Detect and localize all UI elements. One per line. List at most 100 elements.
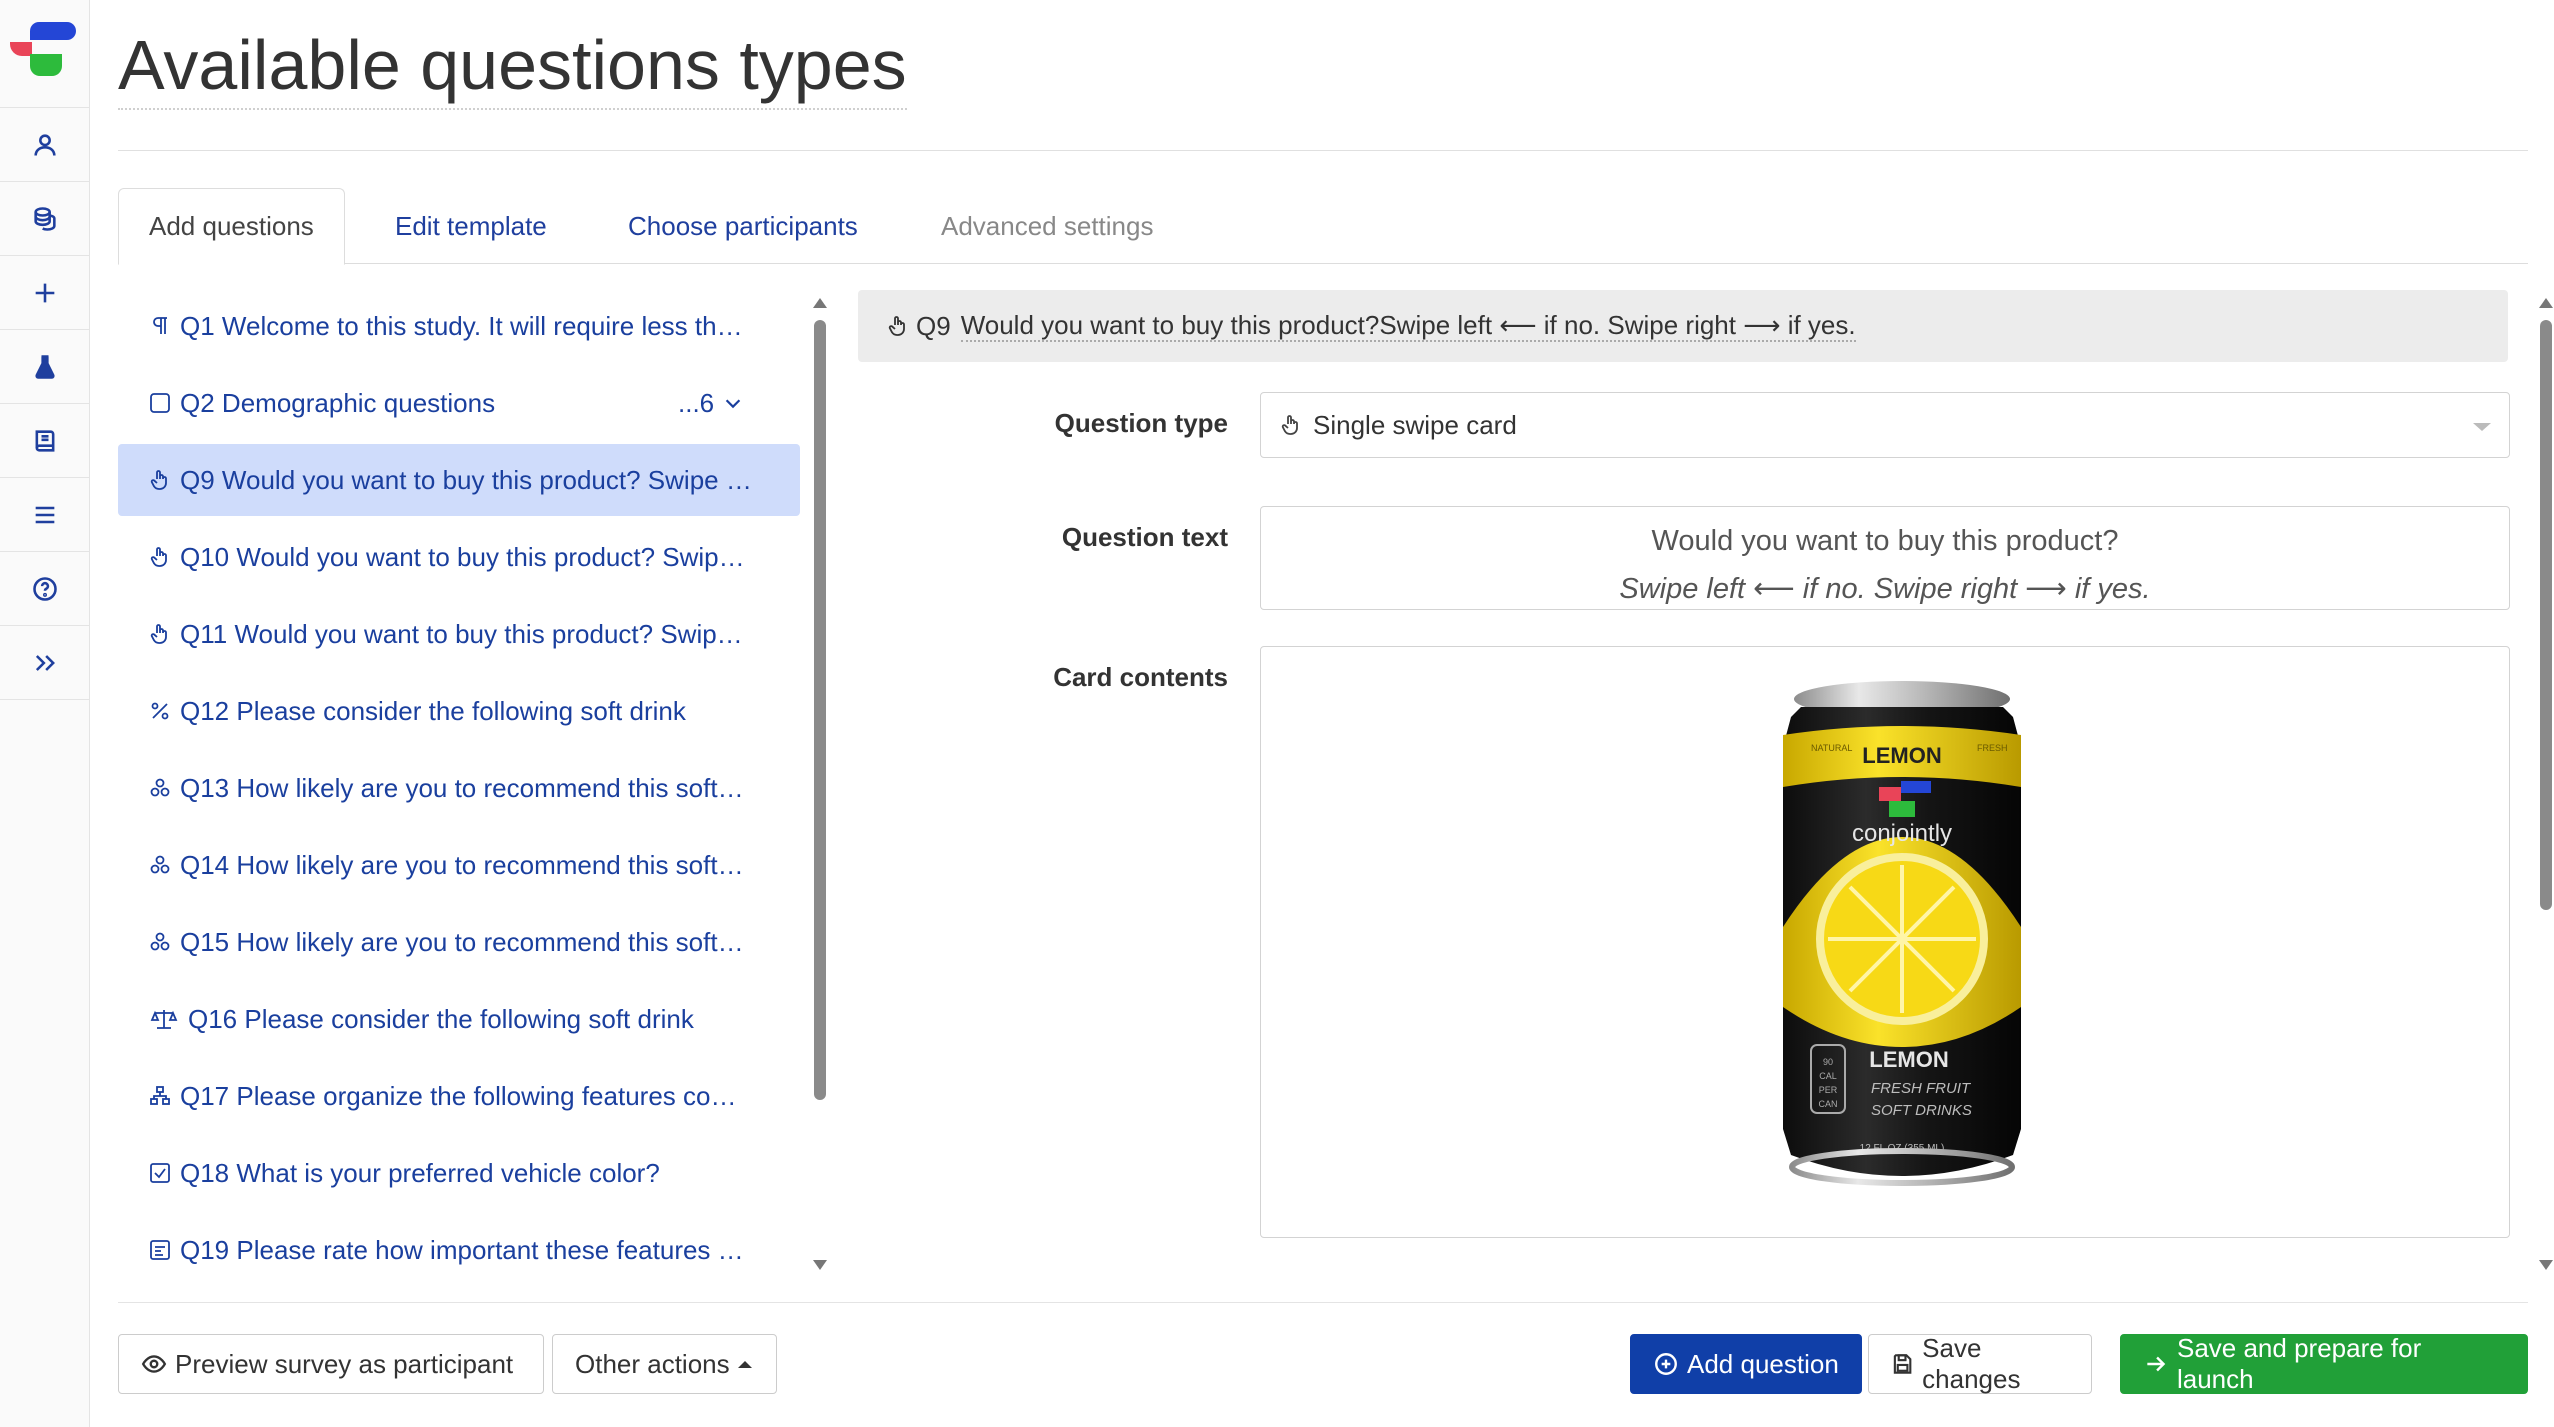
plus-icon[interactable] <box>0 256 90 330</box>
question-list: Q1 Welcome to this study. It will requir… <box>118 290 808 1270</box>
eye-icon <box>141 1355 167 1373</box>
question-header-number: Q9 <box>916 310 951 341</box>
question-header: Q9 Would you want to buy this product?Sw… <box>858 290 2508 362</box>
card-contents-label: Card contents <box>1053 662 1228 692</box>
card-contents-editor[interactable]: LEMON NATURAL FRESH conjointly LEMON FRE… <box>1260 646 2510 1238</box>
checkbox-icon <box>148 390 174 416</box>
other-actions-button[interactable]: Other actions <box>552 1334 777 1394</box>
can-top-label: LEMON <box>1862 743 1941 768</box>
save-and-launch-button[interactable]: Save and prepare for launch <box>2120 1333 2528 1394</box>
can-cal-1: 90 <box>1823 1057 1833 1067</box>
question-item-q2[interactable]: Q2 Demographic questions ...6 <box>118 367 800 439</box>
question-item-q9[interactable]: Q9 Would you want to buy this product? S… <box>118 444 800 516</box>
question-number: Q10 <box>180 541 230 572</box>
question-number: Q17 <box>180 1080 230 1111</box>
menu-icon[interactable] <box>0 478 90 552</box>
question-number: Q2 <box>180 387 215 418</box>
question-item-q16[interactable]: Q16 Please consider the following soft d… <box>118 983 800 1055</box>
cubes-icon <box>148 929 174 955</box>
question-type-select[interactable]: Single swipe card <box>1260 392 2510 458</box>
tab-advanced-settings[interactable]: Advanced settings <box>911 188 1183 264</box>
preview-survey-button[interactable]: Preview survey as participant <box>118 1334 544 1394</box>
chevron-down-icon <box>725 399 741 409</box>
expand-sidebar-icon[interactable] <box>0 626 90 700</box>
question-text: Demographic questions <box>221 387 496 418</box>
arrow-right-icon <box>2147 1356 2166 1372</box>
question-item-q13[interactable]: Q13 How likely are you to recommend this… <box>118 752 800 824</box>
question-header-title[interactable]: Would you want to buy this product?Swipe… <box>960 310 1856 342</box>
user-icon[interactable] <box>0 108 90 182</box>
check-square-icon <box>148 1160 174 1186</box>
question-item-q12[interactable]: Q12 Please consider the following soft d… <box>118 675 800 747</box>
can-cal-2: CAL <box>1819 1071 1837 1081</box>
question-text: Would you want to buy this product? Swip… <box>234 618 743 649</box>
hand-pointer-icon <box>1281 415 1298 435</box>
group-expander[interactable]: ...6 <box>678 388 744 419</box>
editor-scrollbar[interactable] <box>2538 290 2554 1270</box>
question-number: Q13 <box>180 772 230 803</box>
question-item-q19[interactable]: Q19 Please rate how important these feat… <box>118 1214 800 1270</box>
hand-pointer-icon <box>148 621 174 647</box>
question-editor: Q9 Would you want to buy this product?Sw… <box>858 290 2528 1280</box>
hand-pointer-icon <box>888 316 905 336</box>
question-number: Q14 <box>180 849 230 880</box>
question-item-q11[interactable]: Q11 Would you want to buy this product? … <box>118 598 800 670</box>
question-number: Q11 <box>180 618 228 649</box>
question-item-q18[interactable]: Q18 What is your preferred vehicle color… <box>118 1137 800 1209</box>
save-changes-button[interactable]: Save changes <box>1868 1333 2092 1394</box>
lemon-soda-can-image: LEMON NATURAL FRESH conjointly LEMON FRE… <box>1783 681 2021 1186</box>
question-number: Q16 <box>188 1003 238 1034</box>
question-number: Q12 <box>180 695 230 726</box>
can-cal-4: CAN <box>1818 1099 1837 1109</box>
cubes-icon <box>148 852 174 878</box>
tab-add-questions[interactable]: Add questions <box>118 188 345 265</box>
help-icon[interactable] <box>0 552 90 626</box>
dropdown-caret-icon <box>2473 423 2491 431</box>
hand-pointer-icon <box>148 544 174 570</box>
book-icon[interactable] <box>0 404 90 478</box>
conjointly-logo[interactable] <box>0 0 90 108</box>
floppy-disk-icon <box>1893 1354 1912 1374</box>
save-changes-label: Save changes <box>1922 1333 2021 1394</box>
can-tagline-2: SOFT DRINKS <box>1871 1102 1972 1119</box>
question-text: Please rate how important these features… <box>236 1234 744 1265</box>
add-question-button[interactable]: Add question <box>1630 1334 1862 1394</box>
question-type-value: Single swipe card <box>1313 409 1517 440</box>
question-text: What is your preferred vehicle color? <box>236 1157 660 1188</box>
question-text: Please organize the following features c… <box>236 1080 737 1111</box>
paragraph-icon <box>148 313 174 339</box>
question-number: Q1 <box>180 310 215 341</box>
tab-choose-participants[interactable]: Choose participants <box>598 188 888 264</box>
question-item-q14[interactable]: Q14 How likely are you to recommend this… <box>118 829 800 901</box>
question-number: Q9 <box>180 464 215 495</box>
question-list-scrollbar[interactable] <box>810 290 830 1270</box>
question-item-q17[interactable]: Q17 Please organize the following featur… <box>118 1060 800 1132</box>
question-text: Would you want to buy this product? Swip… <box>236 541 745 572</box>
question-text: Please consider the following soft drink <box>236 695 686 726</box>
question-item-q10[interactable]: Q10 Would you want to buy this product? … <box>118 521 800 593</box>
question-item-q15[interactable]: Q15 How likely are you to recommend this… <box>118 906 800 978</box>
question-number: Q19 <box>180 1234 230 1265</box>
coins-icon[interactable] <box>0 182 90 256</box>
question-text: How likely are you to recommend this sof… <box>236 926 744 957</box>
question-type-label: Question type <box>1054 408 1228 438</box>
percent-icon <box>148 698 174 724</box>
other-actions-label: Other actions <box>575 1348 730 1379</box>
balance-scale-icon <box>148 1006 182 1032</box>
question-item-q1[interactable]: Q1 Welcome to this study. It will requir… <box>118 290 800 362</box>
tab-edit-template[interactable]: Edit template <box>365 188 577 264</box>
tab-bar: Add questions Edit template Choose parti… <box>118 188 2528 265</box>
cubes-icon <box>148 775 174 801</box>
can-cal-3: PER <box>1819 1085 1838 1095</box>
question-number: Q15 <box>180 926 230 957</box>
question-text: Welcome to this study. It will require l… <box>221 310 743 341</box>
list-box-icon <box>148 1237 174 1263</box>
can-brand: conjointly <box>1852 820 1952 847</box>
footer-divider <box>118 1302 2528 1303</box>
flask-icon[interactable] <box>0 330 90 404</box>
main-content: Available questions types Add questions … <box>118 0 2528 1427</box>
add-question-label: Add question <box>1687 1348 1839 1379</box>
can-side-text-2: FRESH <box>1977 743 2008 753</box>
save-and-launch-label: Save and prepare for launch <box>2176 1333 2422 1394</box>
question-text-editor[interactable]: Would you want to buy this product? Swip… <box>1260 506 2510 610</box>
